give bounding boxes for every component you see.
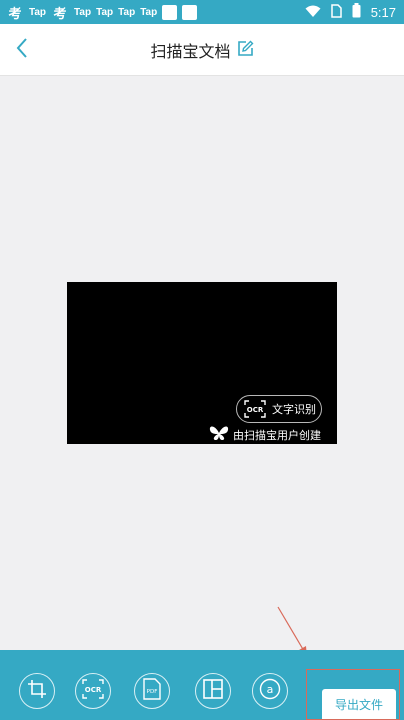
app-notification-label: Tap: [118, 6, 136, 18]
app-notification-icon: 考: [53, 6, 67, 22]
text-icon-glyph: a: [267, 683, 274, 696]
crop-button[interactable]: [19, 673, 55, 709]
notification-box-icon: [162, 4, 178, 20]
butterfly-logo-icon: [209, 425, 229, 445]
text-button[interactable]: a: [252, 673, 288, 709]
status-bar: 考 Tap 考 Tap Tap Tap Tap 5:17: [0, 0, 404, 24]
header-bar: 扫描宝文档: [0, 24, 404, 76]
app-notification-label: Tap: [74, 6, 92, 18]
ocr-icon: OCR: [82, 679, 104, 703]
ocr-scan-icon-text: OCR: [247, 406, 264, 414]
ocr-scan-icon: OCR: [244, 400, 266, 418]
app-notification-label: Tap: [140, 6, 158, 18]
battery-icon: [352, 2, 361, 22]
page-title: 扫描宝文档: [150, 42, 231, 61]
sim-icon: [330, 3, 342, 22]
app-notification-icon: 考: [8, 6, 22, 22]
document-preview[interactable]: OCR 文字识别 由扫描宝用户创建: [67, 282, 337, 444]
ocr-recognize-label: 文字识别: [272, 403, 316, 416]
pdf-button[interactable]: PDF: [134, 673, 170, 709]
pdf-icon-text: PDF: [147, 689, 158, 695]
layout-icon: [203, 679, 223, 703]
ocr-button[interactable]: OCR: [75, 673, 111, 709]
text-icon: a: [259, 678, 281, 704]
edit-icon[interactable]: [237, 40, 254, 61]
ocr-icon-text: OCR: [85, 686, 102, 694]
app-notification-label: Tap: [29, 6, 47, 18]
ocr-recognize-button[interactable]: OCR 文字识别: [236, 395, 322, 423]
title-area: 扫描宝文档: [0, 24, 404, 76]
wifi-icon: [305, 3, 321, 22]
export-file-button[interactable]: 导出文件: [322, 689, 396, 720]
watermark-text: 由扫描宝用户创建: [233, 429, 321, 442]
crop-icon: [27, 679, 47, 703]
notification-box-icon: [182, 4, 198, 20]
pdf-icon: PDF: [143, 678, 161, 704]
notification-icons: 考 Tap 考 Tap Tap Tap Tap: [6, 3, 198, 22]
bottom-toolbar: OCR PDF a 导出文件: [0, 650, 404, 720]
watermark: 由扫描宝用户创建: [209, 425, 321, 445]
system-icons: 5:17: [305, 2, 396, 22]
app-notification-label: Tap: [96, 6, 114, 18]
status-time: 5:17: [370, 4, 396, 20]
layout-button[interactable]: [195, 673, 231, 709]
